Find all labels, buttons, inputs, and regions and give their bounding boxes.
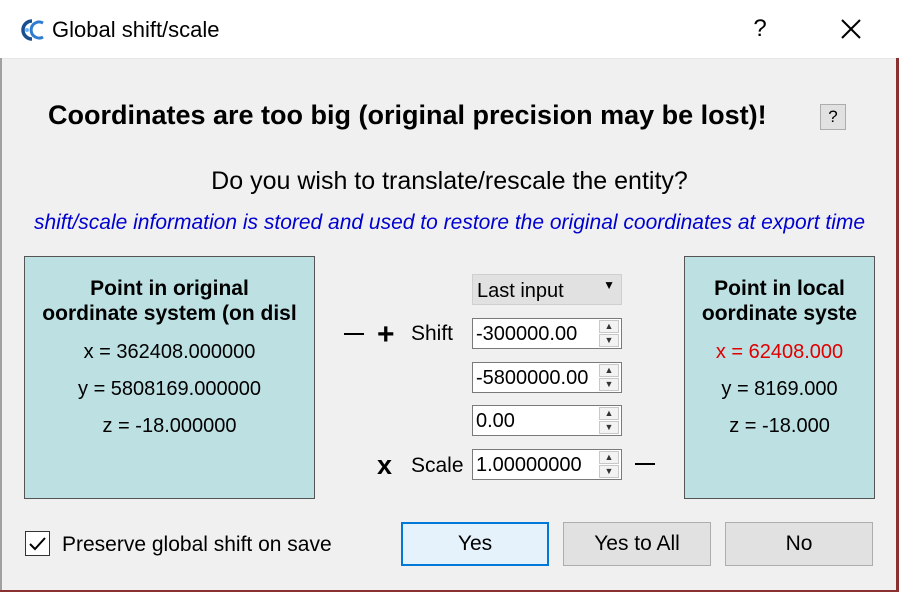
spin-down-icon[interactable]: ▼ (599, 378, 619, 391)
original-x: x = 362408.000000 (83, 341, 256, 363)
yes-button[interactable]: Yes (401, 522, 549, 566)
shift-z-input[interactable]: 0.00 ▲ ▼ (472, 405, 622, 436)
spin-down-icon[interactable]: ▼ (599, 465, 619, 478)
help-button[interactable]: ? (745, 14, 775, 44)
shift-x-input[interactable]: -300000.00 ▲ ▼ (472, 318, 622, 349)
spin-down-icon[interactable]: ▼ (599, 334, 619, 347)
original-panel-subtitle: oordinate system (on disl (42, 302, 297, 325)
yes-to-all-button[interactable]: Yes to All (563, 522, 711, 566)
heading-help-button[interactable]: ? (820, 104, 846, 130)
window-title: Global shift/scale (52, 17, 220, 42)
plus-icon: + (377, 318, 395, 351)
preserve-shift-checkbox[interactable] (25, 531, 50, 556)
spin-down-icon[interactable]: ▼ (599, 421, 619, 434)
preset-dropdown[interactable]: Last input ▼ (472, 274, 622, 305)
original-point-panel: Point in original oordinate system (on d… (24, 256, 315, 499)
spin-up-icon[interactable]: ▲ (599, 451, 619, 464)
spin-up-icon[interactable]: ▲ (599, 407, 619, 420)
original-z: z = -18.000000 (102, 415, 237, 437)
local-panel-title: Point in local (714, 277, 845, 300)
info-text: shift/scale information is stored and us… (33, 211, 866, 234)
multiply-icon: x (377, 450, 393, 480)
shift-y-input[interactable]: -5800000.00 ▲ ▼ (472, 362, 622, 393)
warning-heading: Coordinates are too big (original precis… (48, 100, 767, 130)
spinner[interactable]: ▲ ▼ (599, 364, 619, 391)
preset-value: Last input (477, 280, 564, 302)
preserve-shift-label: Preserve global shift on save (62, 533, 332, 556)
cloudcompare-logo-icon (16, 16, 46, 44)
scale-value: 1.00000000 (476, 454, 582, 476)
local-point-panel: Point in local oordinate syste x = 62408… (684, 256, 875, 499)
dropdown-arrow-icon: ▼ (603, 278, 615, 292)
window-border (0, 58, 2, 592)
spinner[interactable]: ▲ ▼ (599, 320, 619, 347)
shift-y-value: -5800000.00 (476, 367, 589, 389)
checkmark-icon (29, 537, 46, 551)
shift-z-value: 0.00 (476, 410, 515, 432)
local-y: y = 8169.000 (721, 378, 838, 400)
question-text: Do you wish to translate/rescale the ent… (211, 167, 688, 195)
close-icon (841, 19, 861, 39)
no-button[interactable]: No (725, 522, 873, 566)
spin-up-icon[interactable]: ▲ (599, 320, 619, 333)
local-x: x = 62408.000 (715, 341, 844, 363)
title-bar: Global shift/scale ? (0, 0, 899, 59)
minus-icon (635, 463, 655, 465)
shift-label: Shift (411, 322, 454, 345)
local-z: z = -18.000 (729, 415, 830, 437)
original-y: y = 5808169.000000 (78, 378, 261, 400)
scale-label: Scale (411, 454, 464, 477)
local-panel-subtitle: oordinate syste (701, 302, 858, 325)
spinner[interactable]: ▲ ▼ (599, 451, 619, 478)
spin-up-icon[interactable]: ▲ (599, 364, 619, 377)
spinner[interactable]: ▲ ▼ (599, 407, 619, 434)
close-button[interactable] (834, 14, 868, 46)
scale-input[interactable]: 1.00000000 ▲ ▼ (472, 449, 622, 480)
minus-icon (344, 333, 364, 335)
shift-x-value: -300000.00 (476, 323, 578, 345)
original-panel-title: Point in original (90, 277, 249, 300)
